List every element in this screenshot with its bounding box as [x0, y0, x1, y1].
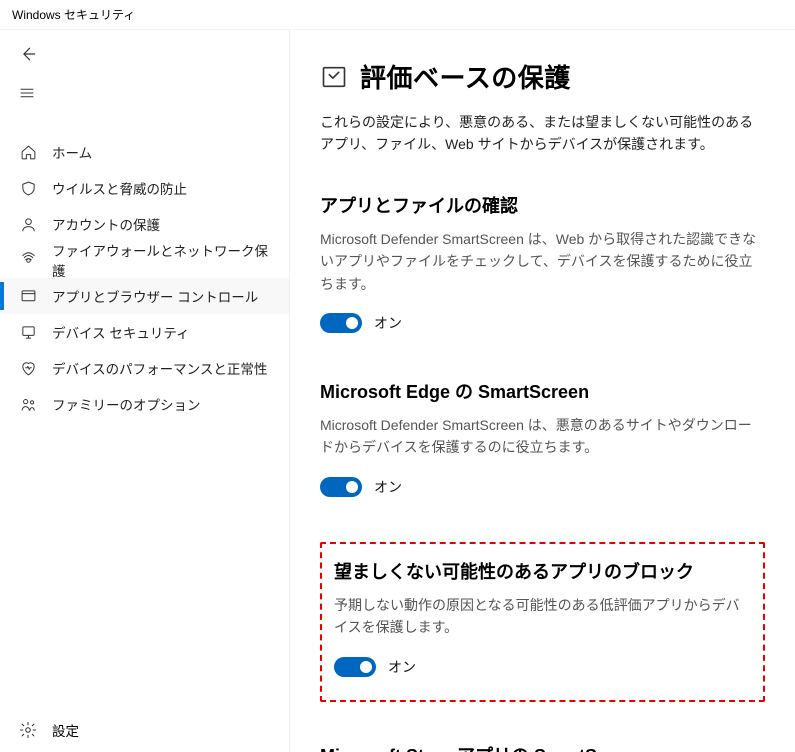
section-title: アプリとファイルの確認 — [320, 192, 765, 218]
nav-list: ホームウイルスと脅威の防止アカウントの保護ファイアウォールとネットワーク保護アプ… — [0, 134, 289, 422]
section-2: 望ましくない可能性のあるアプリのブロック予期しない動作の原因となる可能性のある低… — [320, 542, 765, 702]
shield-icon — [18, 178, 38, 198]
toggle-track — [320, 477, 362, 497]
window-title: Windows セキュリティ — [12, 6, 135, 23]
page-header: 評価ベースの保護 — [320, 58, 765, 95]
device-icon — [18, 322, 38, 342]
toggle-switch[interactable]: オン — [334, 657, 416, 677]
sidebar-item-family[interactable]: ファミリーのオプション — [0, 386, 289, 422]
section-1: Microsoft Edge の SmartScreen Microsoft De… — [320, 378, 765, 502]
section-description: Microsoft Defender SmartScreen は、悪意のあるサイ… — [320, 414, 765, 459]
toggle-state-label: オン — [388, 657, 416, 677]
sidebar-item-label: デバイスのパフォーマンスと正常性 — [52, 358, 267, 378]
section-title: 望ましくない可能性のあるアプリのブロック — [334, 558, 751, 584]
family-icon — [18, 394, 38, 414]
section-3: Microsoft Store アプリの SmartScreenMicrosof… — [320, 742, 765, 752]
home-icon — [18, 142, 38, 162]
reputation-protection-icon — [320, 63, 348, 91]
sidebar-item-label: ウイルスと脅威の防止 — [52, 178, 187, 198]
sidebar-item-label: デバイス セキュリティ — [52, 322, 190, 342]
section-0: アプリとファイルの確認 Microsoft Defender SmartScree… — [320, 192, 765, 338]
sidebar-item-app-browser[interactable]: アプリとブラウザー コントロール — [0, 278, 289, 314]
network-icon — [18, 250, 38, 270]
gear-icon — [18, 720, 38, 740]
section-title: Microsoft Store アプリの SmartScreen — [320, 742, 765, 752]
app-browser-icon — [18, 286, 38, 306]
sidebar-item-health[interactable]: デバイスのパフォーマンスと正常性 — [0, 350, 289, 386]
section-description: 予期しない動作の原因となる可能性のある低評価アプリからデバイスを保護します。 — [334, 594, 751, 639]
sidebar-item-network[interactable]: ファイアウォールとネットワーク保護 — [0, 242, 289, 278]
sidebar-item-label: ホーム — [52, 142, 92, 162]
sidebar-item-label: アカウントの保護 — [52, 214, 160, 234]
health-icon — [18, 358, 38, 378]
sidebar-item-device[interactable]: デバイス セキュリティ — [0, 314, 289, 350]
toggle-state-label: オン — [374, 477, 402, 497]
toggle-switch[interactable]: オン — [320, 477, 402, 497]
sections-container: アプリとファイルの確認 Microsoft Defender SmartScree… — [320, 192, 765, 752]
settings-label: 設定 — [52, 720, 79, 740]
section-description: Microsoft Defender SmartScreen は、Web から取… — [320, 228, 765, 295]
sidebar-item-shield[interactable]: ウイルスと脅威の防止 — [0, 170, 289, 206]
window-titlebar: Windows セキュリティ — [0, 0, 795, 30]
sidebar: ホームウイルスと脅威の防止アカウントの保護ファイアウォールとネットワーク保護アプ… — [0, 30, 290, 752]
main-content: 評価ベースの保護 これらの設定により、悪意のある、または望ましくない可能性のある… — [290, 30, 795, 752]
page-description: これらの設定により、悪意のある、または望ましくない可能性のあるアプリ、ファイル、… — [320, 111, 765, 156]
hamburger-icon — [18, 84, 36, 102]
back-button[interactable] — [18, 44, 42, 68]
toggle-switch[interactable]: オン — [320, 313, 402, 333]
hamburger-button[interactable] — [18, 84, 42, 108]
sidebar-footer: 設定 — [0, 708, 289, 752]
sidebar-item-label: ファミリーのオプション — [52, 394, 201, 414]
section-title: Microsoft Edge の SmartScreen — [320, 378, 765, 404]
settings-item[interactable]: 設定 — [0, 708, 289, 752]
person-icon — [18, 214, 38, 234]
sidebar-item-home[interactable]: ホーム — [0, 134, 289, 170]
sidebar-item-label: アプリとブラウザー コントロール — [52, 286, 258, 306]
sidebar-item-person[interactable]: アカウントの保護 — [0, 206, 289, 242]
back-arrow-icon — [18, 44, 38, 64]
page-title: 評価ベースの保護 — [360, 58, 571, 95]
sidebar-item-label: ファイアウォールとネットワーク保護 — [52, 240, 271, 280]
toggle-track — [334, 657, 376, 677]
toggle-state-label: オン — [374, 313, 402, 333]
toggle-track — [320, 313, 362, 333]
